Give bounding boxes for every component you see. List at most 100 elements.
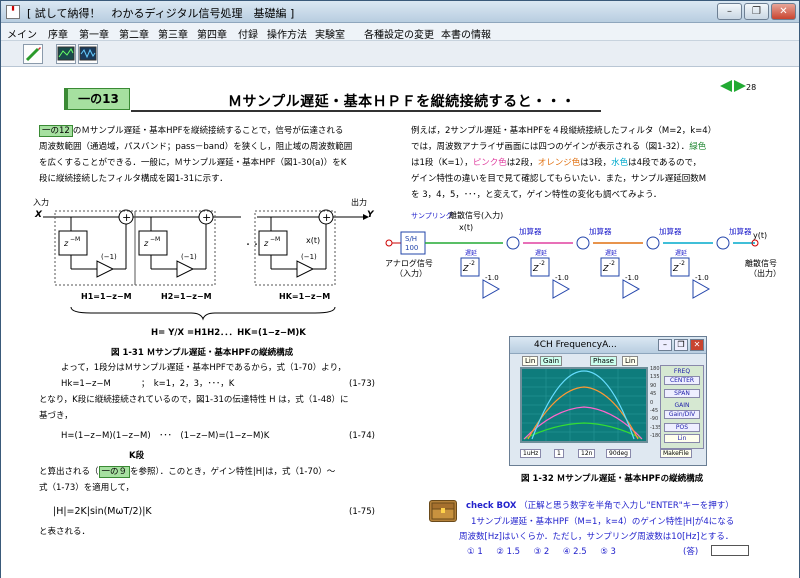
freq-gain-button[interactable]: Gain [540, 356, 563, 366]
link-tag-9[interactable]: 一の９ [98, 466, 131, 478]
freq-center-button[interactable]: CENTER [664, 376, 700, 385]
fig2-gain-4 [692, 279, 711, 299]
fig2-z-2: Z [532, 264, 539, 273]
page-content: 一の13 Ｍサンプル遅延・基本ＨＰＦを縦続接続すると・・・ 28 一の12 のＭサ… [1, 68, 799, 578]
menu-main[interactable]: メイン [7, 26, 37, 41]
freq-minimize-button[interactable]: – [658, 339, 672, 351]
menu-chapter3[interactable]: 第三章 [158, 26, 188, 41]
fig1-z-2: z [143, 239, 149, 248]
fig2-adder-label-3: 加算器 [659, 226, 682, 236]
choice-3: ③ 2 [533, 547, 550, 557]
title-bar[interactable]: ▮ [ 試して納得！ わかるディジタル信号処理 基礎編 ] – ❐ ✕ [1, 1, 799, 23]
menu-lab[interactable]: 実験室 [315, 26, 345, 41]
menu-info[interactable]: 本書の情報 [441, 26, 491, 41]
scope2-icon [79, 46, 97, 61]
scope-icon [57, 46, 75, 61]
fig2-gain-label-1: -1.0 [485, 274, 499, 282]
freq-tick-3: 45 [650, 391, 657, 398]
eq74: H=(1−z−M)(1−z−M) ･･･ (1−z−M)=(1−z−M)K [61, 431, 270, 441]
lin-scale-button[interactable]: Lin [664, 434, 700, 443]
freq-bottom-bar: 1uHz 1 12n 90deg MakeFile [520, 449, 700, 461]
paragraph-5: と表される． [39, 527, 91, 537]
check-box-instruction: （正解と思う数字を半角で入力し"ENTER"キーを押す） [519, 501, 734, 511]
r1-pink-text: ピンク色 [472, 158, 507, 168]
choice-4: ④ 2.5 [562, 547, 587, 557]
fig2-adder-4 [716, 236, 730, 250]
r1-line-4: ゲイン特性の違いを目で見て確認してもらいたい．また，サンプル遅延回数M [411, 174, 707, 184]
make-file-button[interactable]: MakeFile [660, 449, 692, 458]
freq-value-90deg[interactable]: 90deg [606, 449, 631, 458]
fig2-zexp-1: -2 [469, 260, 475, 267]
fig2-adder-2 [576, 236, 590, 250]
freq-gain-curves [522, 369, 646, 441]
fig2-adder-1 [506, 236, 520, 250]
treasure-chest-icon [431, 502, 455, 520]
fig2-zexp-4: -2 [679, 260, 685, 267]
eq73-lhs: Hk=1−z−M [61, 379, 111, 389]
freq-close-button[interactable]: ✕ [690, 339, 704, 351]
gain-div-button[interactable]: Gain/DIV [664, 410, 700, 419]
restore-button[interactable]: ❐ [744, 3, 769, 20]
menu-intro[interactable]: 序章 [48, 26, 68, 41]
fig1-xt-label: x(t) [306, 236, 320, 245]
pen-tool-button[interactable] [23, 44, 43, 64]
freq-phase-button[interactable]: Phase [590, 356, 617, 366]
eq74-number: (1-74) [349, 431, 375, 441]
menu-chapter4[interactable]: 第四章 [197, 26, 227, 41]
check-box-title: check BOX [466, 501, 517, 511]
close-button[interactable]: ✕ [771, 3, 796, 20]
freq-restore-button[interactable]: ❐ [674, 339, 688, 351]
window-title: [ 試して納得！ わかるディジタル信号処理 基礎編 ] [27, 7, 295, 20]
fig2-gain-label-2: -1.0 [555, 274, 569, 282]
freq-lin2-button[interactable]: Lin [622, 356, 639, 366]
p4-text-a: と算出される（ [39, 467, 99, 477]
p4-text-b: を参照）．このとき，ゲイン特性|H|は，式（1-70）～ [130, 467, 336, 477]
fig1-input-label: 入力 [33, 197, 49, 207]
fig1-zexp-k: −M [270, 236, 280, 243]
freq-span-button[interactable]: SPAN [664, 389, 700, 398]
section-tag: 一の13 [64, 88, 130, 110]
link-tag-12[interactable]: 一の12 [39, 125, 73, 137]
p4-line-2: 式（1-73）を適用して， [39, 483, 134, 493]
toolbar [1, 41, 799, 67]
minimize-button[interactable]: – [717, 3, 742, 20]
curve-k3 [527, 386, 639, 440]
menu-operation[interactable]: 操作方法 [267, 26, 307, 41]
pos-button[interactable]: POS [664, 423, 700, 432]
freq-unit-1uhz[interactable]: 1uHz [520, 449, 542, 458]
freq-control-panel: FREQ CENTER SPAN GAIN Gain/DIV POS Lin [660, 365, 704, 449]
answer-label: (答) [683, 547, 699, 557]
fig2-gain-label-4: -1.0 [695, 274, 709, 282]
answer-input[interactable] [711, 545, 749, 556]
fig2-adder-label-2: 加算器 [589, 226, 612, 236]
eq73-rhs: ； k=1，2，3，･･･，K [141, 379, 235, 389]
freq-value-12n[interactable]: 12n [578, 449, 596, 458]
menu-chapter2[interactable]: 第二章 [119, 26, 149, 41]
freq-title-bar[interactable]: 4CH FrequencyA... – ❐ ✕ [510, 337, 706, 354]
freq-tick-1: 135 [650, 374, 660, 381]
scope2-tool-button[interactable] [78, 44, 98, 64]
prev-page-arrow-icon[interactable] [720, 80, 732, 92]
p1-line-3: を広くすることができる．一般に，Ｍサンプル遅延・基本HPF（図1-30(a)）を… [39, 158, 347, 168]
p1-line-2: 周波数範囲（通過域，パスバンド；pass－band）を狭くし，阻止域の周波数範囲 [39, 142, 353, 152]
freq-value-1[interactable]: 1 [554, 449, 564, 458]
fig1-h1: H1=1−z−M [81, 292, 132, 301]
eq75-number: (1-75) [349, 507, 375, 517]
r1-line-2: では，周波数アナライザ画面には四つのゲインが表示される（図1-32）．緑色 [411, 139, 716, 155]
menu-appendix[interactable]: 付録 [238, 26, 258, 41]
scope-tool-button[interactable] [56, 44, 76, 64]
fig1-z-k: z [263, 239, 269, 248]
fig2-gain-3 [622, 279, 641, 299]
next-page-arrow-icon[interactable] [734, 80, 746, 92]
freq-tick-0: 180 [650, 366, 660, 372]
freq-lin-button[interactable]: Lin [522, 356, 539, 366]
paragraph-1: 一の12 のＭサンプル遅延・基本HPFを縦続接続することで，信号が伝達される 周波… [39, 123, 352, 187]
right-paragraph: 例えば，2サンプル遅延・基本HPFを４段縦続接続したフィルタ（M=2，k=4） … [411, 123, 716, 203]
figure-1-32-block-diagram: サンプリング 離散信号(入力) x(t) S/H 100 アナログ信号 （入力）… [385, 210, 781, 299]
fig1-plus-2: + [202, 211, 211, 224]
menu-settings[interactable]: 各種設定の変更 [364, 26, 434, 41]
fig1-plus-3: + [322, 211, 331, 224]
freq-tick-8: -180 [650, 433, 662, 440]
menu-chapter1[interactable]: 第一章 [79, 26, 109, 41]
frequency-analyzer-window[interactable]: 4CH FrequencyA... – ❐ ✕ Lin Gain Phase L… [509, 336, 707, 466]
